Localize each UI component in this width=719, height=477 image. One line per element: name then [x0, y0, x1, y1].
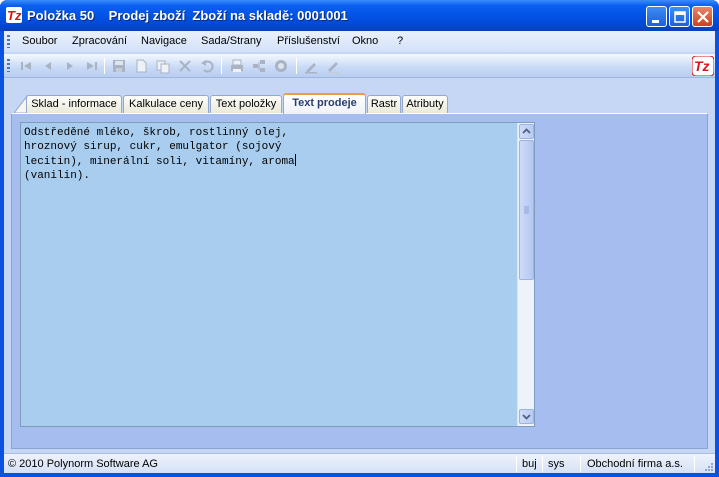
toolbar-separator — [104, 58, 105, 74]
last-record-icon[interactable] — [84, 58, 100, 74]
status-separator — [516, 456, 517, 472]
first-record-icon[interactable] — [18, 58, 34, 74]
share-icon[interactable] — [251, 58, 267, 74]
menu-item-sada-strany[interactable]: Sada/Strany — [201, 35, 262, 47]
minimize-button[interactable] — [646, 6, 667, 27]
menu-grip[interactable] — [7, 35, 10, 48]
next-record-icon[interactable] — [62, 58, 78, 74]
menu-item-zpracovani[interactable]: Zpracování — [72, 35, 127, 47]
minimize-icon — [652, 20, 659, 23]
new-document-icon[interactable] — [133, 58, 149, 74]
status-user: sys — [548, 458, 565, 470]
maximize-icon — [674, 11, 686, 23]
window-title: Položka 50 Prodej zboží Zboží na skladě:… — [27, 8, 348, 23]
menu-item-soubor[interactable]: Soubor — [22, 35, 57, 47]
scroll-up-button[interactable] — [519, 124, 534, 139]
previous-record-icon[interactable] — [40, 58, 56, 74]
status-mode: buj — [522, 458, 537, 470]
title-bar[interactable]: Tz Položka 50 Prodej zboží Zboží na skla… — [0, 0, 719, 31]
resize-grip-icon[interactable] — [702, 460, 714, 472]
tab-sklad-informace[interactable]: Sklad - informace — [26, 95, 122, 113]
edit-clear-icon[interactable] — [325, 58, 341, 74]
maximize-button[interactable] — [669, 6, 690, 27]
text-caret — [294, 154, 296, 166]
sales-text-content[interactable]: Odstředěné mléko, škrob, rostlinný olej,… — [24, 126, 514, 183]
copy-icon[interactable] — [155, 58, 171, 74]
toolbar: Tz — [4, 54, 715, 78]
chevron-down-icon — [522, 414, 531, 420]
menu-item-okno[interactable]: Okno — [352, 35, 378, 47]
toolbar-grip[interactable] — [7, 59, 10, 72]
toolbar-separator — [296, 58, 297, 74]
status-bar: © 2010 Polynorm Software AG buj sys Obch… — [4, 453, 715, 473]
svg-text:Tz: Tz — [7, 8, 22, 23]
toolbar-separator — [221, 58, 222, 74]
status-copyright: © 2010 Polynorm Software AG — [8, 458, 158, 470]
scroll-down-button[interactable] — [519, 409, 534, 424]
sales-text-editor[interactable]: Odstředěné mléko, škrob, rostlinný olej,… — [20, 122, 535, 427]
save-icon[interactable] — [111, 58, 127, 74]
close-button[interactable] — [692, 6, 713, 27]
tab-text-prodeje[interactable]: Text prodeje — [283, 93, 366, 114]
tab-container: Sklad - informace Kalkulace ceny Text po… — [4, 79, 715, 449]
undo-icon[interactable] — [199, 58, 215, 74]
close-icon — [697, 11, 709, 23]
edit-icon[interactable] — [303, 58, 319, 74]
status-separator — [580, 456, 581, 472]
client-area: Soubor Zpracování Navigace Sada/Strany P… — [4, 31, 715, 473]
vertical-scrollbar[interactable] — [517, 123, 534, 426]
application-window: Tz Položka 50 Prodej zboží Zboží na skla… — [0, 0, 719, 477]
chevron-up-icon — [522, 128, 531, 134]
status-company: Obchodní firma a.s. — [587, 458, 683, 470]
tab-text-polozky[interactable]: Text položky — [210, 95, 282, 113]
help-icon[interactable] — [273, 58, 289, 74]
app-logo-icon: Tz — [6, 7, 22, 23]
menu-item-navigace[interactable]: Navigace — [141, 35, 187, 47]
menu-item-help[interactable]: ? — [397, 35, 403, 47]
svg-text:Tz: Tz — [694, 58, 710, 74]
tab-kalkulace-ceny[interactable]: Kalkulace ceny — [123, 95, 209, 113]
print-icon[interactable] — [229, 58, 245, 74]
tab-atributy[interactable]: Atributy — [402, 95, 448, 113]
tab-panel-text-prodeje: Odstředěné mléko, škrob, rostlinný olej,… — [11, 113, 708, 449]
app-logo-icon: Tz — [692, 56, 714, 76]
scroll-thumb[interactable] — [519, 140, 534, 280]
tab-rastr[interactable]: Rastr — [367, 95, 401, 113]
sales-text-tail: (vanilin). — [24, 170, 91, 182]
delete-icon[interactable] — [177, 58, 193, 74]
status-separator — [542, 456, 543, 472]
menu-item-prislusenstvi[interactable]: Příslušenství — [277, 35, 340, 47]
status-separator — [694, 456, 695, 472]
grip-lines-icon — [524, 206, 529, 214]
sales-text-body: Odstředěné mléko, škrob, rostlinný olej,… — [24, 127, 295, 168]
menu-bar: Soubor Zpracování Navigace Sada/Strany P… — [4, 31, 715, 52]
